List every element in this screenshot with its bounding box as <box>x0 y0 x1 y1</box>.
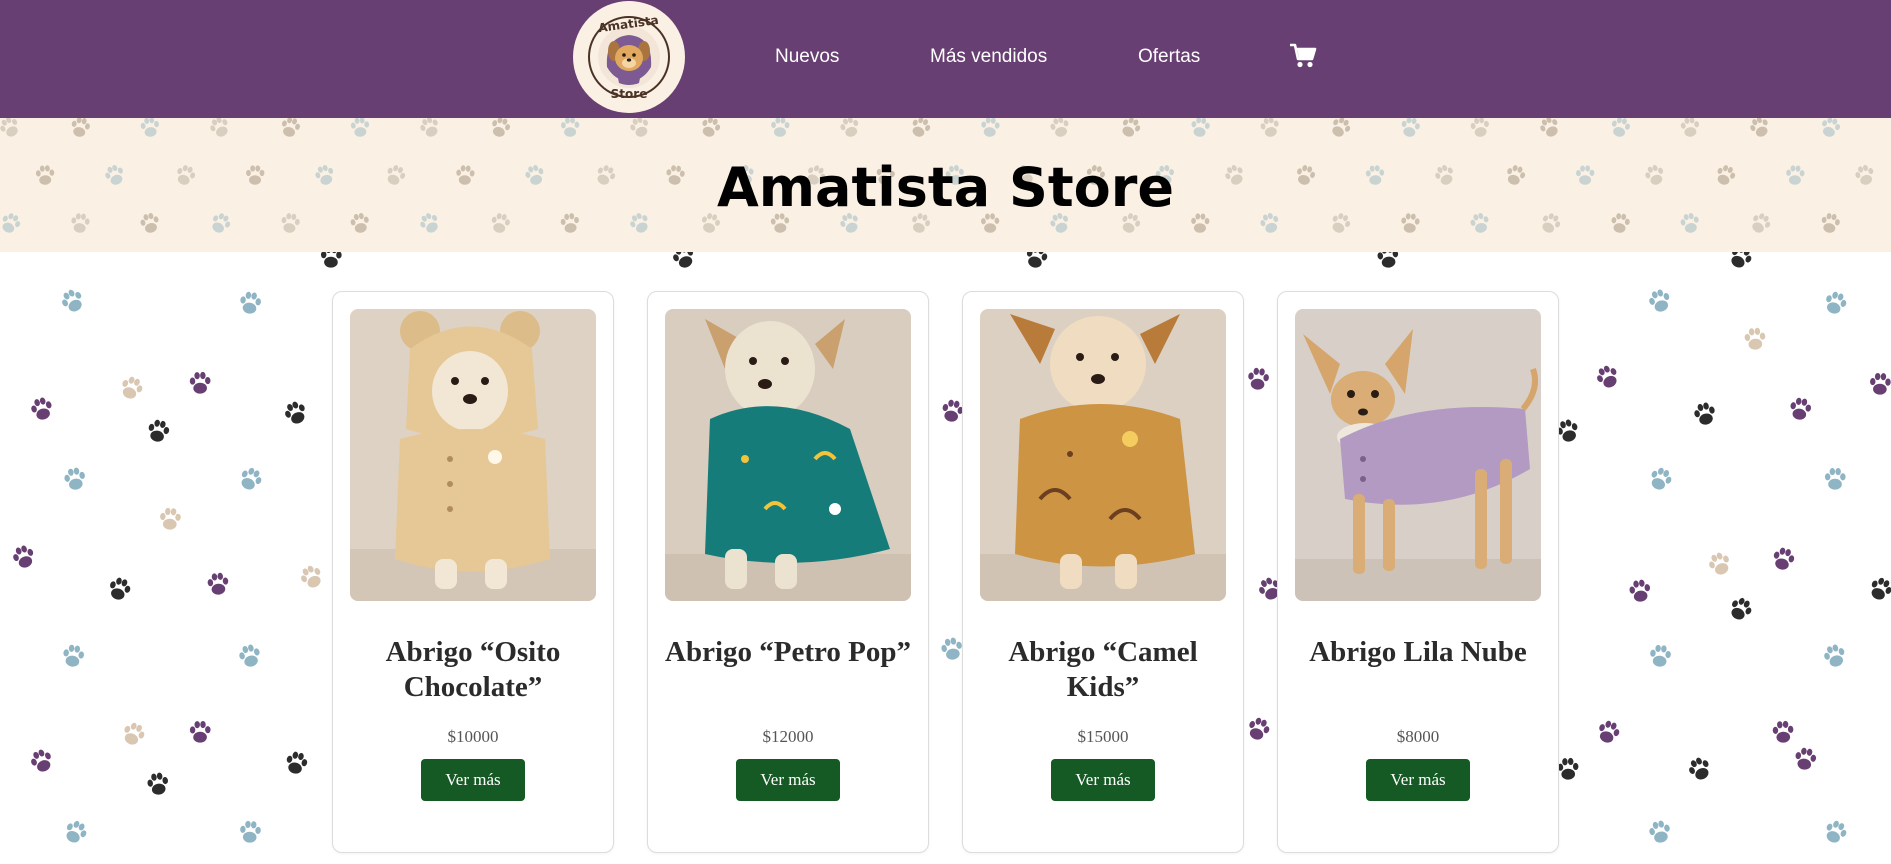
product-price: $10000 <box>447 727 499 746</box>
product-title: Abrigo “Petro Pop” <box>665 636 911 668</box>
product-price: $15000 <box>1077 727 1129 746</box>
product-image[interactable] <box>350 309 596 601</box>
product-price: $12000 <box>762 727 814 746</box>
dog-photo-image <box>665 309 911 601</box>
dog-photo-image <box>980 309 1226 601</box>
product-image[interactable] <box>665 309 911 601</box>
dog-photo-image <box>1295 309 1541 601</box>
product-card: Abrigo “Camel Kids” $15000 Ver más <box>962 291 1244 853</box>
product-price: $8000 <box>1396 727 1440 746</box>
ver-mas-button[interactable]: Ver más <box>736 759 840 801</box>
dog-photo-image <box>350 309 596 601</box>
product-title: Abrigo “Osito Chocolate” <box>385 636 561 703</box>
product-title: Abrigo “Camel Kids” <box>1008 636 1198 703</box>
product-card: Abrigo “Petro Pop” $12000 Ver más <box>647 291 929 853</box>
product-card: Abrigo Lila Nube $8000 Ver más <box>1277 291 1559 853</box>
product-title: Abrigo Lila Nube <box>1309 636 1527 668</box>
product-card: Abrigo “Osito Chocolate” $10000 Ver más <box>332 291 614 853</box>
product-image[interactable] <box>1295 309 1541 601</box>
ver-mas-button[interactable]: Ver más <box>1051 759 1155 801</box>
ver-mas-button[interactable]: Ver más <box>421 759 525 801</box>
ver-mas-button[interactable]: Ver más <box>1366 759 1470 801</box>
product-grid: Abrigo “Osito Chocolate” $10000 Ver más <box>0 0 1891 864</box>
product-image[interactable] <box>980 309 1226 601</box>
